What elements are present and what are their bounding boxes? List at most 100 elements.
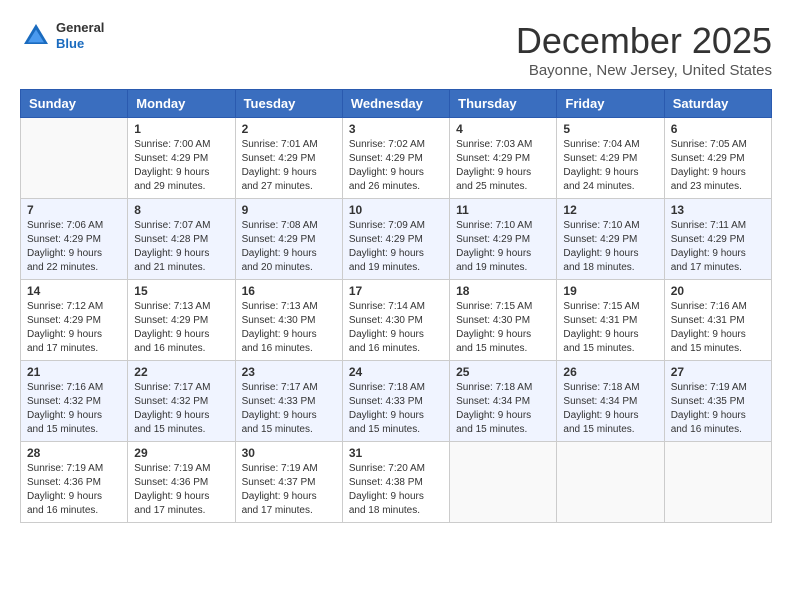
day-info: Sunrise: 7:09 AM Sunset: 4:29 PM Dayligh… (349, 219, 443, 275)
day-info: Sunrise: 7:05 AM Sunset: 4:29 PM Dayligh… (671, 138, 765, 194)
day-number: 23 (242, 365, 336, 379)
day-number: 26 (563, 365, 657, 379)
calendar-cell: 5 Sunrise: 7:04 AM Sunset: 4:29 PM Daylig… (557, 118, 664, 199)
calendar-cell: 6 Sunrise: 7:05 AM Sunset: 4:29 PM Daylig… (664, 118, 771, 199)
calendar-cell (450, 442, 557, 523)
calendar-cell: 22 Sunrise: 7:17 AM Sunset: 4:32 PM Dayli… (128, 361, 235, 442)
day-number: 17 (349, 284, 443, 298)
calendar-cell: 4Sunrise: 7:03 AM Sunset: 4:29 PM Daylig… (450, 118, 557, 199)
calendar-cell (21, 118, 128, 199)
day-info: Sunrise: 7:18 AM Sunset: 4:34 PM Dayligh… (456, 381, 550, 437)
calendar-cell: 14 Sunrise: 7:12 AM Sunset: 4:29 PM Dayli… (21, 280, 128, 361)
calendar-cell: 18 Sunrise: 7:15 AM Sunset: 4:30 PM Dayli… (450, 280, 557, 361)
day-number: 25 (456, 365, 550, 379)
day-number: 14 (27, 284, 121, 298)
day-number: 2 (242, 122, 336, 136)
calendar-cell: 7 Sunrise: 7:06 AM Sunset: 4:29 PM Daylig… (21, 199, 128, 280)
calendar-cell: 23Sunrise: 7:17 AM Sunset: 4:33 PM Dayli… (235, 361, 342, 442)
column-header-thursday: Thursday (450, 90, 557, 118)
day-info: Sunrise: 7:10 AM Sunset: 4:29 PM Dayligh… (456, 219, 550, 275)
calendar-cell: 25 Sunrise: 7:18 AM Sunset: 4:34 PM Dayli… (450, 361, 557, 442)
calendar-cell: 10 Sunrise: 7:09 AM Sunset: 4:29 PM Dayli… (342, 199, 449, 280)
day-number: 31 (349, 446, 443, 460)
calendar-cell: 21 Sunrise: 7:16 AM Sunset: 4:32 PM Dayli… (21, 361, 128, 442)
day-number: 15 (134, 284, 228, 298)
calendar-cell (664, 442, 771, 523)
calendar-cell: 12 Sunrise: 7:10 AM Sunset: 4:29 PM Dayli… (557, 199, 664, 280)
day-number: 24 (349, 365, 443, 379)
calendar-cell: 8 Sunrise: 7:07 AM Sunset: 4:28 PM Daylig… (128, 199, 235, 280)
day-info: Sunrise: 7:06 AM Sunset: 4:29 PM Dayligh… (27, 219, 121, 275)
month-title: December 2025 (516, 20, 772, 62)
column-header-sunday: Sunday (21, 90, 128, 118)
calendar-cell: 13 Sunrise: 7:11 AM Sunset: 4:29 PM Dayli… (664, 199, 771, 280)
day-number: 29 (134, 446, 228, 460)
day-number: 6 (671, 122, 765, 136)
day-info: Sunrise: 7:19 AM Sunset: 4:37 PM Dayligh… (242, 462, 336, 518)
day-info: Sunrise: 7:12 AM Sunset: 4:29 PM Dayligh… (27, 300, 121, 356)
day-number: 5 (563, 122, 657, 136)
calendar-cell: 30 Sunrise: 7:19 AM Sunset: 4:37 PM Dayli… (235, 442, 342, 523)
day-number: 20 (671, 284, 765, 298)
calendar-week-row: 28 Sunrise: 7:19 AM Sunset: 4:36 PM Dayli… (21, 442, 772, 523)
day-number: 11 (456, 203, 550, 217)
calendar-week-row: 7 Sunrise: 7:06 AM Sunset: 4:29 PM Daylig… (21, 199, 772, 280)
day-number: 10 (349, 203, 443, 217)
column-header-saturday: Saturday (664, 90, 771, 118)
calendar-cell: 1Sunrise: 7:00 AM Sunset: 4:29 PM Daylig… (128, 118, 235, 199)
day-info: Sunrise: 7:10 AM Sunset: 4:29 PM Dayligh… (563, 219, 657, 275)
calendar-cell: 29 Sunrise: 7:19 AM Sunset: 4:36 PM Dayli… (128, 442, 235, 523)
calendar-header-row: SundayMondayTuesdayWednesdayThursdayFrid… (21, 90, 772, 118)
calendar-week-row: 1Sunrise: 7:00 AM Sunset: 4:29 PM Daylig… (21, 118, 772, 199)
day-info: Sunrise: 7:13 AM Sunset: 4:30 PM Dayligh… (242, 300, 336, 356)
day-number: 13 (671, 203, 765, 217)
calendar-cell: 31 Sunrise: 7:20 AM Sunset: 4:38 PM Dayli… (342, 442, 449, 523)
day-info: Sunrise: 7:11 AM Sunset: 4:29 PM Dayligh… (671, 219, 765, 275)
calendar-table: SundayMondayTuesdayWednesdayThursdayFrid… (20, 89, 772, 523)
day-info: Sunrise: 7:18 AM Sunset: 4:34 PM Dayligh… (563, 381, 657, 437)
day-number: 3 (349, 122, 443, 136)
day-number: 27 (671, 365, 765, 379)
logo-text: General Blue (56, 20, 104, 51)
day-number: 30 (242, 446, 336, 460)
calendar-cell: 28 Sunrise: 7:19 AM Sunset: 4:36 PM Dayli… (21, 442, 128, 523)
column-header-wednesday: Wednesday (342, 90, 449, 118)
day-number: 1 (134, 122, 228, 136)
day-info: Sunrise: 7:02 AM Sunset: 4:29 PM Dayligh… (349, 138, 443, 194)
column-header-friday: Friday (557, 90, 664, 118)
day-info: Sunrise: 7:19 AM Sunset: 4:36 PM Dayligh… (134, 462, 228, 518)
calendar-cell: 19Sunrise: 7:15 AM Sunset: 4:31 PM Dayli… (557, 280, 664, 361)
calendar-cell: 20 Sunrise: 7:16 AM Sunset: 4:31 PM Dayli… (664, 280, 771, 361)
day-number: 21 (27, 365, 121, 379)
day-number: 28 (27, 446, 121, 460)
day-info: Sunrise: 7:16 AM Sunset: 4:31 PM Dayligh… (671, 300, 765, 356)
day-info: Sunrise: 7:07 AM Sunset: 4:28 PM Dayligh… (134, 219, 228, 275)
logo: General Blue (20, 20, 104, 52)
day-number: 16 (242, 284, 336, 298)
calendar-cell: 17Sunrise: 7:14 AM Sunset: 4:30 PM Dayli… (342, 280, 449, 361)
calendar-cell: 27Sunrise: 7:19 AM Sunset: 4:35 PM Dayli… (664, 361, 771, 442)
calendar-week-row: 14 Sunrise: 7:12 AM Sunset: 4:29 PM Dayli… (21, 280, 772, 361)
calendar-cell (557, 442, 664, 523)
day-info: Sunrise: 7:18 AM Sunset: 4:33 PM Dayligh… (349, 381, 443, 437)
day-info: Sunrise: 7:15 AM Sunset: 4:30 PM Dayligh… (456, 300, 550, 356)
column-header-tuesday: Tuesday (235, 90, 342, 118)
day-info: Sunrise: 7:17 AM Sunset: 4:32 PM Dayligh… (134, 381, 228, 437)
page-header: General Blue December 2025 Bayonne, New … (20, 20, 772, 79)
day-info: Sunrise: 7:20 AM Sunset: 4:38 PM Dayligh… (349, 462, 443, 518)
calendar-cell: 2Sunrise: 7:01 AM Sunset: 4:29 PM Daylig… (235, 118, 342, 199)
calendar-cell: 16 Sunrise: 7:13 AM Sunset: 4:30 PM Dayli… (235, 280, 342, 361)
day-number: 18 (456, 284, 550, 298)
day-info: Sunrise: 7:04 AM Sunset: 4:29 PM Dayligh… (563, 138, 657, 194)
day-number: 12 (563, 203, 657, 217)
logo-icon (20, 20, 52, 52)
day-number: 22 (134, 365, 228, 379)
day-number: 7 (27, 203, 121, 217)
day-info: Sunrise: 7:16 AM Sunset: 4:32 PM Dayligh… (27, 381, 121, 437)
day-number: 9 (242, 203, 336, 217)
day-number: 8 (134, 203, 228, 217)
day-info: Sunrise: 7:19 AM Sunset: 4:36 PM Dayligh… (27, 462, 121, 518)
calendar-cell: 11 Sunrise: 7:10 AM Sunset: 4:29 PM Dayli… (450, 199, 557, 280)
day-number: 4 (456, 122, 550, 136)
calendar-cell: 24 Sunrise: 7:18 AM Sunset: 4:33 PM Dayli… (342, 361, 449, 442)
